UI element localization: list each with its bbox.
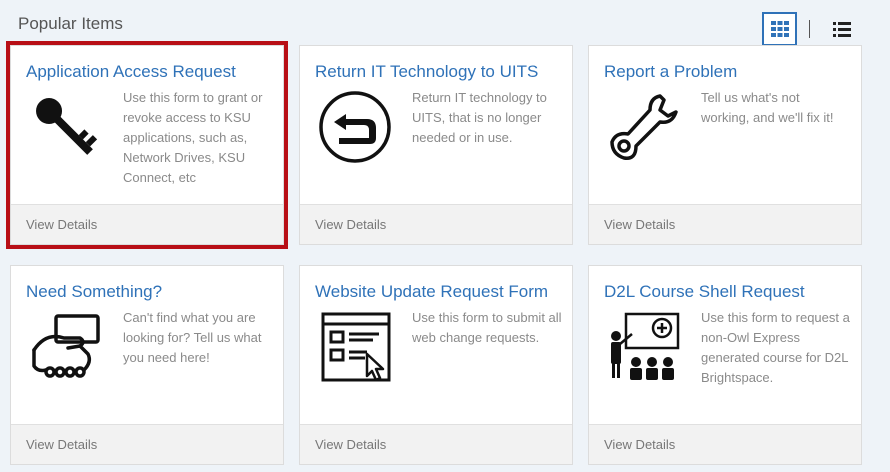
view-details-link[interactable]: View Details	[300, 204, 572, 244]
card-return-it-technology[interactable]: Return IT Technology to UITS Return IT t…	[299, 45, 573, 245]
wrench-icon	[601, 90, 687, 176]
view-details-link[interactable]: View Details	[11, 424, 283, 464]
view-toggle	[762, 12, 853, 46]
card-title[interactable]: D2L Course Shell Request	[604, 282, 861, 302]
card-title[interactable]: Report a Problem	[604, 62, 861, 82]
card-application-access-request[interactable]: Application Access Request Use this form…	[6, 41, 288, 249]
card-d2l-course-shell-request[interactable]: D2L Course Shell Request Use this form t…	[588, 265, 862, 465]
card-need-something[interactable]: Need Something? Can't find what you are …	[10, 265, 284, 465]
key-icon	[23, 90, 109, 176]
grid-view-button[interactable]	[762, 12, 797, 46]
return-arrow-icon	[312, 90, 398, 176]
card-description: Return IT technology to UITS, that is no…	[412, 90, 547, 145]
card-description: Can't find what you are looking for? Tel…	[123, 310, 262, 365]
card-report-a-problem[interactable]: Report a Problem Tell us what's not work…	[588, 45, 862, 245]
card-title[interactable]: Website Update Request Form	[315, 282, 572, 302]
card-website-update-request[interactable]: Website Update Request Form Use this for…	[299, 265, 573, 465]
grid-icon	[770, 21, 789, 37]
card-description: Tell us what's not working, and we'll fi…	[701, 90, 834, 125]
card-description: Use this form to submit all web change r…	[412, 310, 562, 345]
view-details-link[interactable]: View Details	[300, 424, 572, 464]
classroom-icon	[601, 310, 687, 396]
web-form-icon	[312, 310, 398, 396]
card-description: Use this form to grant or revoke access …	[123, 90, 263, 185]
card-title[interactable]: Return IT Technology to UITS	[315, 62, 572, 82]
toggle-separator	[809, 20, 810, 38]
card-description: Use this form to request a non-Owl Expre…	[701, 310, 850, 385]
card-title[interactable]: Need Something?	[26, 282, 283, 302]
section-title: Popular Items	[18, 14, 123, 33]
hand-card-icon	[23, 310, 109, 396]
card-title[interactable]: Application Access Request	[26, 62, 283, 82]
list-icon	[833, 21, 851, 37]
view-details-link[interactable]: View Details	[589, 424, 861, 464]
view-details-link[interactable]: View Details	[589, 204, 861, 244]
list-view-button[interactable]	[831, 18, 853, 40]
view-details-link[interactable]: View Details	[11, 204, 283, 244]
